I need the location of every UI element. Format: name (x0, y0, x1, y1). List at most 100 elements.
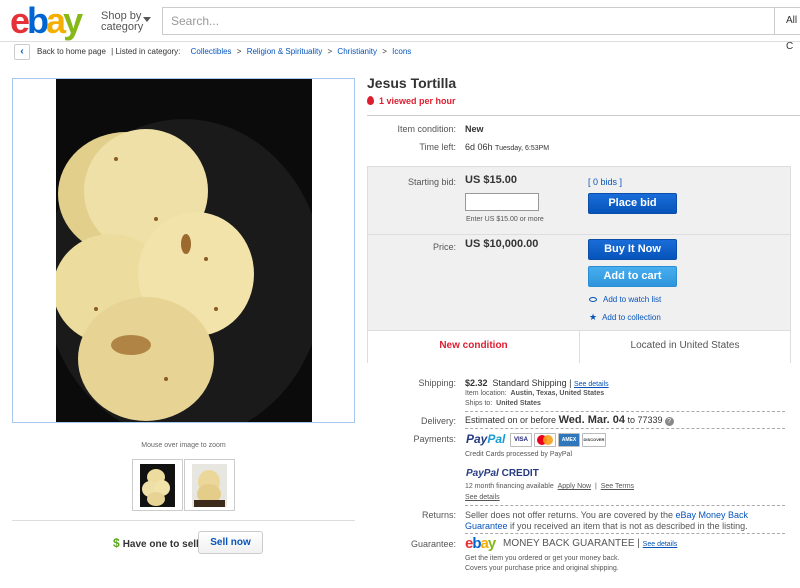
delivery-zip: to 77339 (627, 415, 663, 425)
payments-label: Payments: (413, 434, 456, 444)
delivery-date: Wed. Mar. 04 (558, 414, 626, 426)
info-icon[interactable]: ? (664, 417, 674, 426)
guarantee-link[interactable]: Guarantee (465, 521, 508, 531)
viewed-text: 1 viewed per hour (379, 96, 456, 106)
divider (12, 520, 355, 521)
thumbnail-1-photo (140, 464, 175, 507)
time-left: 6d 06h Tuesday, 6:53PM (465, 142, 549, 152)
returns-text: Seller does not offer returns. You are c… (465, 510, 676, 520)
star-icon: ★ (589, 312, 598, 322)
eye-icon (589, 297, 597, 302)
delivery-prefix: Estimated on or before (465, 415, 557, 425)
divider (465, 505, 785, 506)
thumbnail-1[interactable] (132, 459, 183, 511)
flame-icon (367, 96, 374, 105)
ships-to-label: Ships to: (465, 400, 493, 407)
condition-label: Item condition: (397, 124, 456, 134)
back-to-home-link[interactable]: Back to home page (37, 47, 106, 56)
discover-card-icon: DISCOVER (582, 433, 606, 447)
crumb-religion[interactable]: Religion & Spirituality (247, 47, 323, 56)
add-to-cart-button[interactable]: Add to cart (588, 266, 677, 287)
amex-card-icon: AMEX (558, 433, 580, 447)
sell-now-button[interactable]: Sell now (198, 531, 263, 554)
item-location: Item location: Austin, Texas, United Sta… (465, 390, 604, 397)
collection-text: Add to collection (602, 313, 661, 322)
crumb-icons[interactable]: Icons (392, 47, 411, 56)
paypal-logo: PayPal (466, 432, 505, 446)
paypal-credit-logo: PayPal CREDIT (466, 468, 539, 479)
sell-prompt: $ Have one to sell? (113, 533, 205, 553)
money-back-link[interactable]: eBay Money Back (675, 510, 748, 520)
guarantee-line-2: Covers your purchase price and original … (465, 565, 619, 572)
crumb-separator: > (236, 47, 242, 56)
new-condition-badge: New condition (439, 340, 508, 351)
category-label: category (101, 21, 144, 33)
buy-it-now-button[interactable]: Buy It Now (588, 239, 677, 260)
back-arrow-icon[interactable]: ‹ (14, 44, 30, 60)
item-photo[interactable] (56, 79, 312, 422)
bid-amount-input[interactable] (465, 193, 539, 211)
time-left-end: Tuesday, 6:53PM (495, 145, 550, 152)
delivery-label: Delivery: (420, 416, 456, 426)
mastercard-icon (534, 433, 556, 447)
shop-by-category[interactable]: Shop by category (101, 11, 151, 33)
payments-details-link[interactable]: See details (465, 494, 500, 501)
place-bid-button[interactable]: Place bid (588, 193, 677, 214)
add-to-watch-list-link[interactable]: Add to watch list (589, 295, 661, 304)
price-label: Price: (432, 242, 456, 252)
paypal-credit-part2: CREDIT (501, 468, 539, 479)
paypal-logo-part2: Pal (487, 432, 506, 446)
money-back-badge: MONEY BACK GUARANTEE | See details (503, 538, 678, 549)
returns-line-1: Seller does not offer returns. You are c… (465, 510, 748, 520)
zoom-hint: Mouse over image to zoom (141, 442, 226, 449)
watch-list-text: Add to watch list (603, 295, 662, 304)
main-image-frame[interactable] (12, 78, 355, 423)
divider (368, 234, 790, 235)
time-left-label: Time left: (419, 142, 456, 152)
financing-line: 12 month financing available Apply Now |… (465, 483, 635, 490)
visa-card-icon: VISA (510, 433, 532, 447)
listed-in-label: | Listed in category: (111, 47, 181, 56)
starting-bid-value: US $15.00 (465, 174, 517, 186)
divider (367, 115, 800, 116)
paypal-logo-part1: Pay (466, 432, 488, 446)
divider (465, 533, 785, 534)
bids-count-link[interactable]: [ 0 bids ] (588, 177, 622, 187)
shipping-summary: $2.32 Standard Shipping | See details (465, 378, 609, 388)
ships-to: Ships to: United States (465, 400, 541, 407)
search-input[interactable] (171, 14, 751, 28)
divider (465, 428, 785, 429)
crumb-collectibles[interactable]: Collectibles (191, 47, 232, 56)
category-select[interactable]: All C (774, 8, 800, 52)
shipping-details-link[interactable]: See details (574, 381, 609, 388)
condition-value: New (465, 124, 484, 134)
breadcrumb: ‹ Back to home page | Listed in category:… (14, 44, 411, 60)
delivery-estimate: Estimated on or before Wed. Mar. 04 to 7… (465, 414, 674, 426)
header: ebay Shop by category All C (0, 0, 800, 52)
item-location-value: Austin, Texas, United States (510, 390, 605, 397)
apply-now-link[interactable]: Apply Now (558, 483, 591, 490)
add-to-collection-link[interactable]: ★ Add to collection (589, 312, 661, 323)
processed-by-paypal: Credit Cards processed by PayPal (465, 451, 572, 458)
guarantee-line-1: Get the item you ordered or get your mon… (465, 555, 620, 562)
returns-line-2: Guarantee if you received an item that i… (465, 521, 748, 531)
see-terms-link[interactable]: See Terms (601, 483, 634, 490)
ebay-logo[interactable]: ebay (10, 1, 83, 41)
ships-to-value: United States (496, 400, 541, 407)
bid-hint: Enter US $15.00 or more (466, 216, 544, 223)
crumb-christianity[interactable]: Christianity (337, 47, 377, 56)
time-left-value: 6d 06h (465, 142, 493, 152)
purchase-box-footer: New condition Located in United States (368, 330, 790, 363)
financing-text: 12 month financing available (465, 483, 554, 490)
item-location-label: Item location: (465, 390, 507, 397)
divider (465, 411, 785, 412)
shipping-method: Standard Shipping (492, 378, 567, 388)
guarantee-details-link[interactable]: See details (643, 541, 678, 548)
ebay-mbg-logo: ebay (465, 535, 496, 552)
guarantee-label: Guarantee: (410, 539, 456, 549)
thumbnail-2-photo (192, 464, 227, 507)
sell-prompt-text: Have one to sell? (122, 539, 205, 550)
shipping-label: Shipping: (418, 378, 456, 388)
thumbnail-2[interactable] (184, 459, 235, 511)
location-badge: Located in United States (630, 340, 740, 351)
